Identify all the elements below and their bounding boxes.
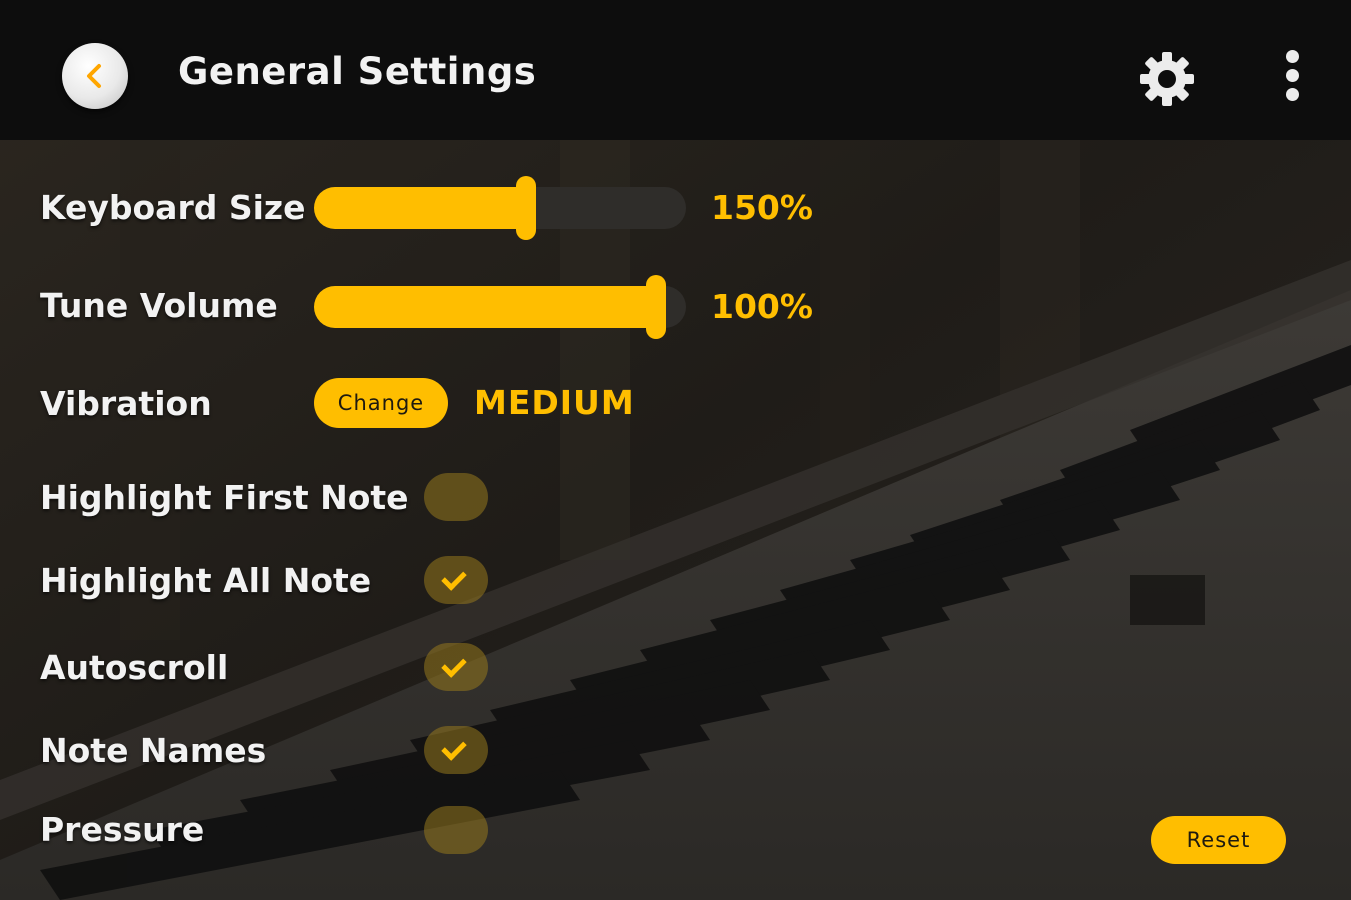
pressure-label: Pressure (40, 810, 205, 849)
highlight-all-note-label: Highlight All Note (40, 561, 372, 600)
tune-volume-slider[interactable] (314, 275, 686, 339)
tune-volume-value: 100% (711, 287, 813, 326)
keyboard-size-label: Keyboard Size (40, 188, 306, 227)
autoscroll-checkbox[interactable] (424, 643, 488, 691)
autoscroll-label: Autoscroll (40, 648, 229, 687)
tune-volume-label: Tune Volume (40, 286, 278, 325)
gear-icon[interactable] (1137, 49, 1197, 109)
vibration-value: MEDIUM (474, 383, 635, 422)
top-app-bar: General Settings (0, 0, 1351, 140)
note-names-checkbox[interactable] (424, 726, 488, 774)
keyboard-size-value: 150% (711, 188, 813, 227)
highlight-all-note-checkbox[interactable] (424, 556, 488, 604)
slider-fill (314, 187, 526, 229)
slider-thumb[interactable] (646, 275, 666, 339)
page-title: General Settings (178, 50, 537, 93)
chevron-left-icon (87, 64, 101, 88)
more-vertical-icon[interactable] (1279, 50, 1305, 108)
keyboard-size-slider[interactable] (314, 176, 686, 240)
highlight-first-note-checkbox[interactable] (424, 473, 488, 521)
highlight-first-note-label: Highlight First Note (40, 478, 409, 517)
note-names-label: Note Names (40, 731, 267, 770)
slider-thumb[interactable] (516, 176, 536, 240)
reset-button[interactable]: Reset (1151, 816, 1286, 864)
vibration-change-button[interactable]: Change (314, 378, 448, 428)
back-button[interactable] (62, 43, 128, 109)
pressure-checkbox[interactable] (424, 806, 488, 854)
slider-fill (314, 286, 656, 328)
vibration-label: Vibration (40, 384, 212, 423)
